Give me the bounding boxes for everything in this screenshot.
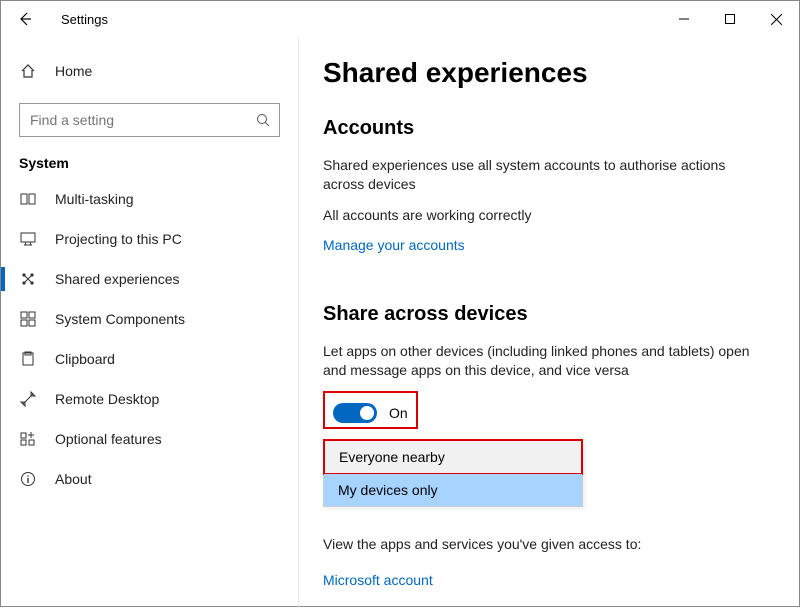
nav-home[interactable]: Home: [1, 51, 298, 91]
components-icon: [19, 311, 37, 327]
nav-remote-desktop[interactable]: Remote Desktop: [1, 379, 298, 419]
nav-item-label: Optional features: [55, 431, 162, 447]
share-scope-dropdown[interactable]: Everyone nearby My devices only: [323, 439, 583, 507]
shared-icon: [19, 271, 37, 287]
nav-item-label: Clipboard: [55, 351, 115, 367]
section-share: Share across devices Let apps on other d…: [323, 303, 765, 608]
maximize-button[interactable]: [707, 1, 753, 37]
accounts-status: All accounts are working correctly: [323, 206, 765, 225]
minimize-button[interactable]: [661, 1, 707, 37]
nav-multitasking[interactable]: Multi-tasking: [1, 179, 298, 219]
nav-shared-experiences[interactable]: Shared experiences: [1, 259, 298, 299]
remote-desktop-icon: [19, 391, 37, 407]
nav-system-components[interactable]: System Components: [1, 299, 298, 339]
share-desc: Let apps on other devices (including lin…: [323, 342, 765, 380]
dropdown-option-mydevices[interactable]: My devices only: [324, 474, 582, 506]
toggle-knob: [360, 406, 374, 420]
sidebar: Home System Multi-tasking Projecting to …: [1, 37, 299, 608]
toggle-highlight: On: [323, 391, 418, 429]
nav-projecting[interactable]: Projecting to this PC: [1, 219, 298, 259]
accounts-desc: Shared experiences use all system accoun…: [323, 156, 765, 194]
multitasking-icon: [19, 191, 37, 207]
clipboard-icon: [19, 351, 37, 367]
minimize-icon: [679, 14, 689, 24]
nav-clipboard[interactable]: Clipboard: [1, 339, 298, 379]
main-panel: Shared experiences Accounts Shared exper…: [299, 37, 799, 608]
maximize-icon: [725, 14, 735, 24]
nav-item-label: Projecting to this PC: [55, 231, 182, 247]
close-icon: [771, 14, 782, 25]
microsoft-account-link[interactable]: Microsoft account: [323, 572, 433, 588]
section-accounts: Accounts Shared experiences use all syst…: [323, 117, 765, 265]
optional-features-icon: [19, 431, 37, 447]
nav-item-label: About: [55, 471, 92, 487]
search-wrap: [19, 103, 280, 137]
accounts-heading: Accounts: [323, 117, 765, 140]
close-button[interactable]: [753, 1, 799, 37]
share-toggle[interactable]: [333, 403, 377, 423]
nav-about[interactable]: About: [1, 459, 298, 499]
back-button[interactable]: [17, 11, 41, 27]
window-title: Settings: [61, 12, 108, 27]
nav-item-label: Multi-tasking: [55, 191, 134, 207]
nav-home-label: Home: [55, 63, 92, 79]
search-input[interactable]: [19, 103, 280, 137]
nav-optional-features[interactable]: Optional features: [1, 419, 298, 459]
manage-accounts-link[interactable]: Manage your accounts: [323, 237, 465, 253]
nav-item-label: System Components: [55, 311, 185, 327]
titlebar: Settings: [1, 1, 799, 37]
arrow-left-icon: [17, 11, 33, 27]
about-icon: [19, 471, 37, 487]
home-icon: [19, 63, 37, 79]
dropdown-option-everyone[interactable]: Everyone nearby: [323, 439, 583, 475]
sidebar-group-label: System: [1, 155, 298, 171]
page-heading: Shared experiences: [323, 57, 765, 89]
access-text: View the apps and services you've given …: [323, 535, 765, 554]
nav-item-label: Shared experiences: [55, 271, 180, 287]
share-heading: Share across devices: [323, 303, 765, 326]
nav-item-label: Remote Desktop: [55, 391, 159, 407]
share-toggle-label: On: [389, 405, 408, 421]
projecting-icon: [19, 231, 37, 247]
